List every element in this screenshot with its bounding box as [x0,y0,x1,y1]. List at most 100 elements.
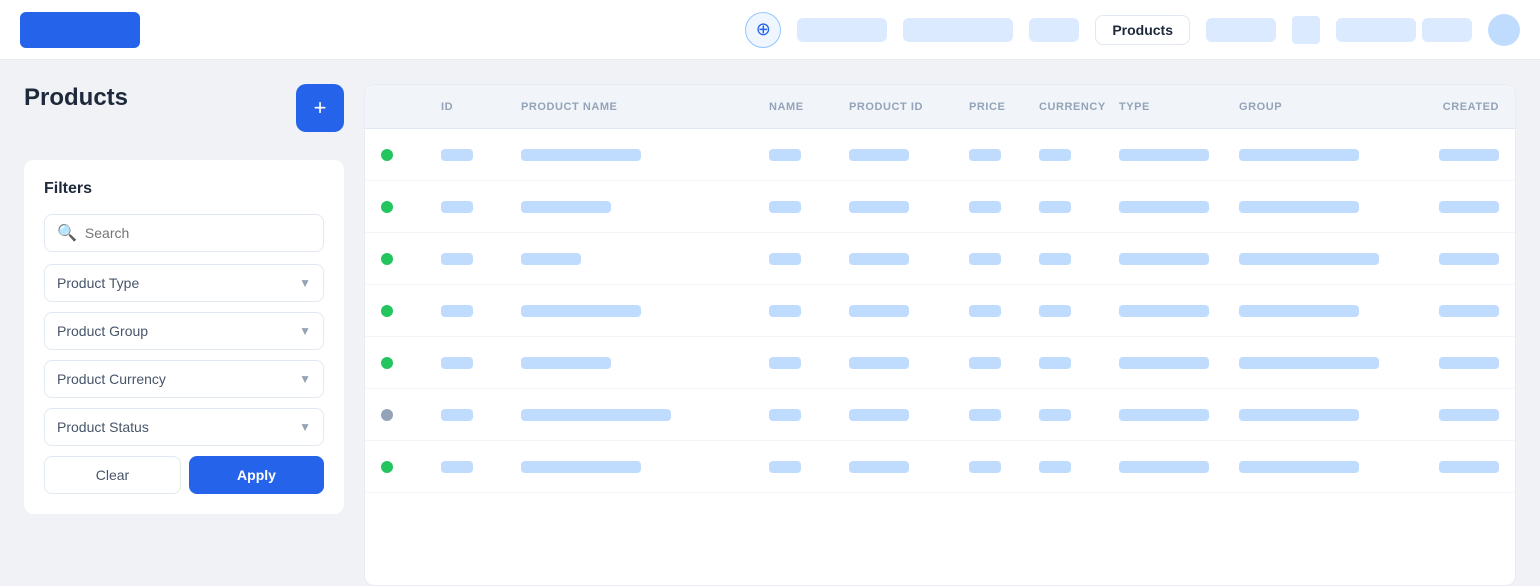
type-skeleton [1119,409,1209,421]
col-created: CREATED [1379,101,1499,113]
table-row[interactable] [365,181,1515,233]
search-icon: 🔍 [57,223,77,243]
nav-group-pill-2[interactable] [1422,18,1472,42]
chevron-down-icon: ▼ [299,420,311,434]
type-skeleton [1119,357,1209,369]
created-skeleton [1439,253,1499,265]
products-table: ID PRODUCT NAME NAME PRODUCT ID PRICE CU… [364,84,1516,586]
nav-item-3[interactable] [1029,18,1079,42]
type-skeleton [1119,305,1209,317]
table-row[interactable] [365,389,1515,441]
nav-item-4[interactable] [1206,18,1276,42]
currency-skeleton [1039,305,1071,317]
table-row[interactable] [365,129,1515,181]
nav-active-tab[interactable]: Products [1095,15,1190,45]
product-name-skeleton [521,201,611,213]
name-skeleton [769,461,801,473]
group-skeleton [1239,461,1359,473]
name-skeleton [769,409,801,421]
name-skeleton [769,201,801,213]
filters-panel: Filters 🔍 Product Type ▼ Product Group ▼… [24,160,344,514]
status-dot-green [381,305,393,317]
col-currency: CURRENCY [1039,101,1119,113]
product-currency-label: Product Currency [57,371,166,387]
name-skeleton [769,253,801,265]
product-name-skeleton [521,357,611,369]
created-skeleton [1439,357,1499,369]
table-row[interactable] [365,233,1515,285]
top-navigation: ⊕ Products [0,0,1540,60]
product-name-skeleton [521,149,641,161]
currency-skeleton [1039,201,1071,213]
product-id-skeleton [849,461,909,473]
table-row[interactable] [365,285,1515,337]
nav-group-pill-1[interactable] [1336,18,1416,42]
page-header: Products + [24,84,344,136]
page-title: Products [24,84,128,112]
col-type: TYPE [1119,101,1239,113]
apply-button[interactable]: Apply [189,456,324,494]
search-input[interactable] [85,225,311,241]
product-group-dropdown[interactable]: Product Group ▼ [44,312,324,350]
table-row[interactable] [365,441,1515,493]
product-type-dropdown[interactable]: Product Type ▼ [44,264,324,302]
filter-buttons: Clear Apply [44,456,324,494]
product-name-skeleton [521,253,581,265]
nav-avatar[interactable] [1488,14,1520,46]
col-group: GROUP [1239,101,1379,113]
product-group-label: Product Group [57,323,148,339]
chevron-down-icon: ▼ [299,324,311,338]
add-product-button[interactable]: + [296,84,344,132]
created-skeleton [1439,461,1499,473]
product-id-skeleton [849,253,909,265]
id-skeleton [441,253,473,265]
status-dot-green [381,461,393,473]
created-skeleton [1439,201,1499,213]
id-skeleton [441,201,473,213]
price-skeleton [969,253,1001,265]
product-id-skeleton [849,201,909,213]
product-id-skeleton [849,409,909,421]
product-name-skeleton [521,461,641,473]
id-skeleton [441,461,473,473]
status-dot-green [381,201,393,213]
price-skeleton [969,357,1001,369]
col-product-id: PRODUCT ID [849,101,969,113]
table-row[interactable] [365,337,1515,389]
chevron-down-icon: ▼ [299,372,311,386]
col-id: ID [441,101,521,113]
group-skeleton [1239,357,1379,369]
nav-add-button[interactable]: ⊕ [745,12,781,48]
price-skeleton [969,149,1001,161]
clear-button[interactable]: Clear [44,456,181,494]
price-skeleton [969,305,1001,317]
name-skeleton [769,357,801,369]
nav-icon-square[interactable] [1292,16,1320,44]
product-id-skeleton [849,357,909,369]
currency-skeleton [1039,253,1071,265]
id-skeleton [441,305,473,317]
price-skeleton [969,461,1001,473]
search-box[interactable]: 🔍 [44,214,324,252]
nav-item-1[interactable] [797,18,887,42]
col-product-name: PRODUCT NAME [521,101,769,113]
status-dot-gray [381,409,393,421]
currency-skeleton [1039,409,1071,421]
type-skeleton [1119,201,1209,213]
created-skeleton [1439,409,1499,421]
nav-item-2[interactable] [903,18,1013,42]
col-price: PRICE [969,101,1039,113]
group-skeleton [1239,201,1359,213]
product-currency-dropdown[interactable]: Product Currency ▼ [44,360,324,398]
product-status-dropdown[interactable]: Product Status ▼ [44,408,324,446]
sidebar: Products + Filters 🔍 Product Type ▼ Prod… [24,84,344,586]
chevron-down-icon: ▼ [299,276,311,290]
product-status-label: Product Status [57,419,149,435]
group-skeleton [1239,305,1359,317]
nav-logo[interactable] [20,12,140,48]
status-dot-green [381,253,393,265]
table-header: ID PRODUCT NAME NAME PRODUCT ID PRICE CU… [365,85,1515,129]
product-type-label: Product Type [57,275,139,291]
status-dot-green [381,357,393,369]
product-id-skeleton [849,305,909,317]
